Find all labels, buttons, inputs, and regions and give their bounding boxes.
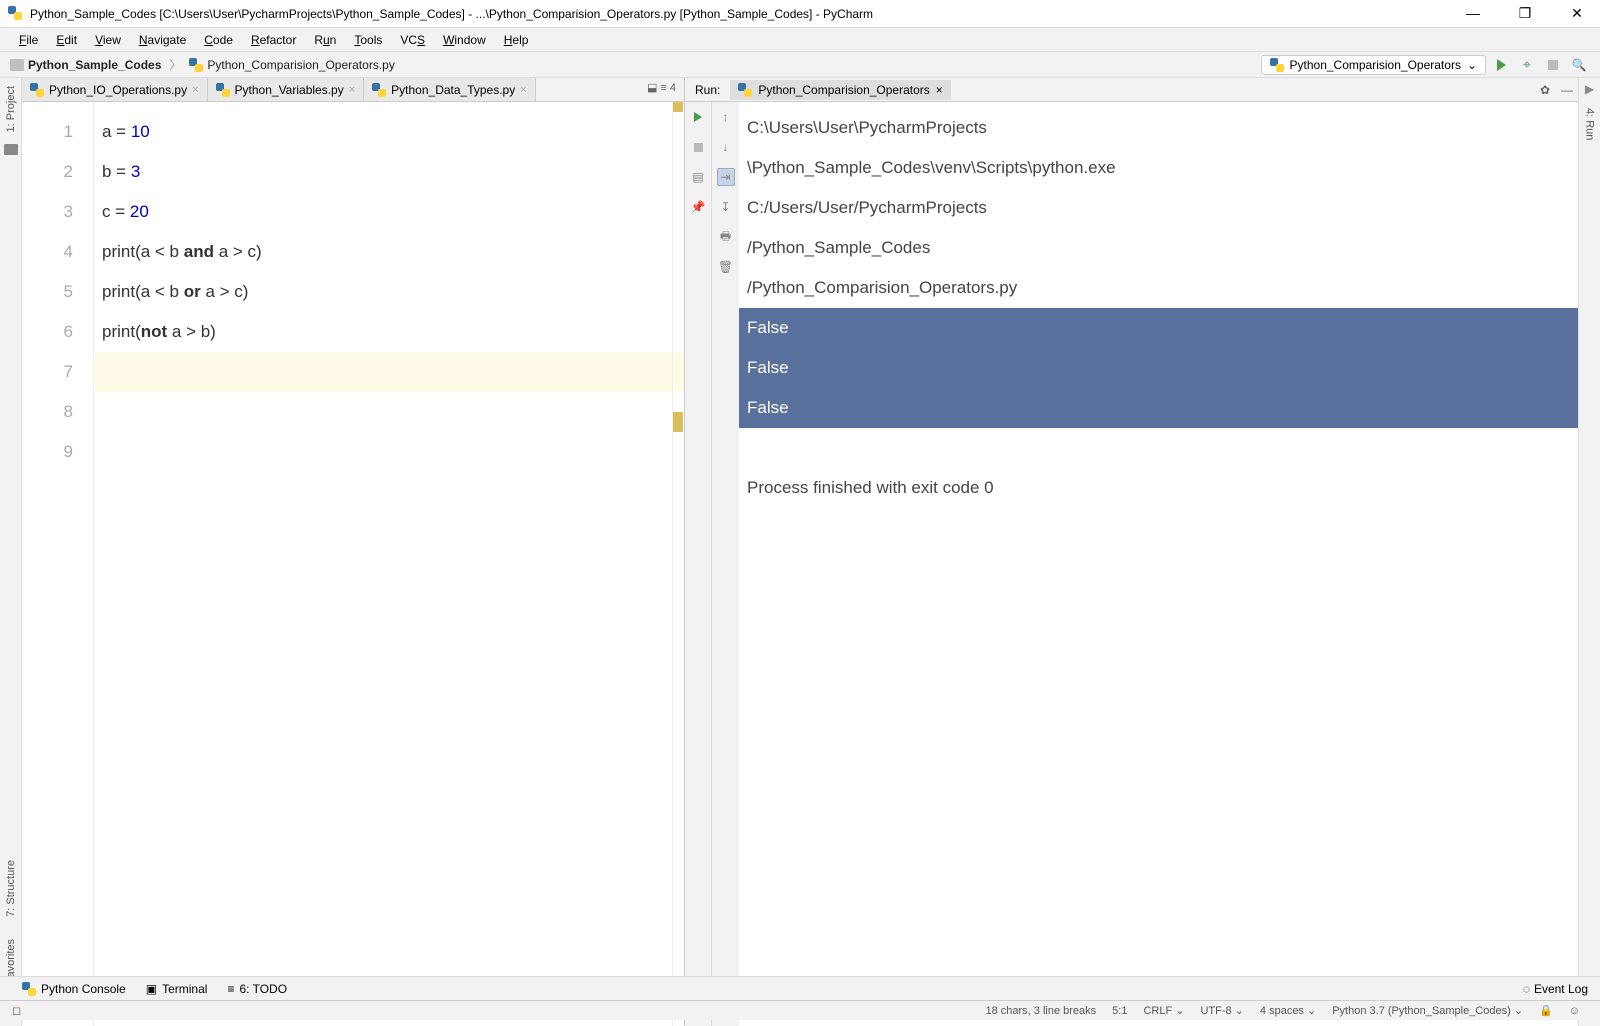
status-encoding[interactable]: UTF-8 ⌄ [1192,1004,1251,1017]
menu-file[interactable]: File [10,31,47,49]
bottom-python-console[interactable]: Python Console [12,982,136,996]
python-file-icon [372,83,386,97]
layout-button[interactable]: ▤ [689,168,707,186]
window-title: Python_Sample_Codes [C:\Users\User\Pycha… [30,7,1458,21]
run-toolbar: ▤ 📌 ↑ ↓ ⇥ ↧ 🖶 🗑 [685,102,739,1026]
bottom-todo[interactable]: ≡ 6: TODO [217,982,297,996]
breadcrumb[interactable]: Python_Sample_Codes 〉 Python_Comparision… [10,56,395,73]
maximize-button[interactable]: ❐ [1510,5,1540,22]
search-everywhere-button[interactable]: 🔍 [1568,54,1590,76]
menu-help[interactable]: Help [495,31,538,49]
status-chars: 18 chars, 3 line breaks [977,1005,1104,1017]
menu-navigate[interactable]: Navigate [130,31,195,49]
bottom-terminal[interactable]: ▣ Terminal [136,982,218,996]
bottom-toolbar: Python Console ▣ Terminal ≡ 6: TODO ◌ Ev… [0,976,1600,1000]
right-sidebar: ▶ 4: Run [1578,78,1600,1026]
status-interpreter[interactable]: Python 3.7 (Python_Sample_Codes) ⌄ [1324,1004,1531,1017]
event-log-button[interactable]: ◌ Event Log [1523,982,1588,996]
minimize-panel-icon[interactable]: — [1556,83,1578,97]
project-folder-icon[interactable] [4,144,18,155]
debug-button[interactable]: ⌖ [1516,54,1538,76]
tab-data-types[interactable]: Python_Data_Types.py × [364,78,536,101]
menu-tools[interactable]: Tools [345,31,391,49]
status-indent[interactable]: 4 spaces ⌄ [1252,1004,1324,1017]
editor-pane: Python_IO_Operations.py × Python_Variabl… [22,78,684,1026]
toolbar: Python_Sample_Codes 〉 Python_Comparision… [0,52,1600,78]
statusbar: ◻ 18 chars, 3 line breaks 5:1 CRLF ⌄ UTF… [0,1000,1600,1020]
selected-output: False [739,388,1578,428]
python-file-icon [216,83,230,97]
run-config-select[interactable]: Python_Comparision_Operators ⌄ [1261,55,1486,75]
line-gutter: 1 2 3 4 5 6 7 8 9 [22,102,94,1026]
left-sidebar: 1: Project 7: Structure 2: Favorites ★ [0,78,22,1026]
crumb-project: Python_Sample_Codes [28,58,161,72]
folder-icon [10,59,24,71]
titlebar: Python_Sample_Codes [C:\Users\User\Pycha… [0,0,1600,28]
rerun-button[interactable] [689,108,707,126]
clear-button[interactable]: 🗑 [717,258,735,276]
menu-window[interactable]: Window [434,31,495,49]
close-icon[interactable]: × [936,83,943,97]
run-console[interactable]: C:\Users\User\PycharmProjects \Python_Sa… [739,102,1578,1026]
menu-run[interactable]: Run [305,31,345,49]
down-button[interactable]: ↓ [717,138,735,156]
soft-wrap-button[interactable]: ⇥ [717,168,735,186]
settings-icon[interactable]: ✿ [1534,83,1556,97]
selected-output: False [739,308,1578,348]
menu-vcs[interactable]: VCS [391,31,434,49]
run-button[interactable] [1490,54,1512,76]
pin-button[interactable]: 📌 [689,198,707,216]
selected-output: False [739,348,1578,388]
python-icon [1270,58,1284,72]
menu-refactor[interactable]: Refactor [242,31,305,49]
status-line-endings[interactable]: CRLF ⌄ [1135,1004,1192,1017]
tab-variables[interactable]: Python_Variables.py × [208,78,365,101]
close-icon[interactable]: × [520,84,526,96]
chevron-down-icon: ⌄ [1467,58,1477,72]
crumb-file: Python_Comparision_Operators.py [207,58,394,72]
scroll-end-button[interactable]: ↧ [717,198,735,216]
code-body[interactable]: a = 10 b = 3 c = 20 print(a < b and a > … [94,102,684,1026]
sidebar-run[interactable]: 4: Run [1581,100,1599,148]
up-button[interactable]: ↑ [717,108,735,126]
run-config-name: Python_Comparision_Operators [1290,58,1461,72]
sidebar-project[interactable]: 1: Project [2,78,20,140]
run-tool-window: Run: Python_Comparision_Operators × ✿ — … [684,78,1578,1026]
hector-icon[interactable]: ☺ [1561,1005,1588,1017]
python-file-icon [30,83,44,97]
menu-view[interactable]: View [86,31,130,49]
python-file-icon [189,58,203,72]
stop-button[interactable] [1542,54,1564,76]
error-stripe[interactable] [672,102,684,1026]
status-pos[interactable]: 5:1 [1104,1005,1135,1017]
app-icon [8,6,24,22]
close-button[interactable]: ✕ [1562,5,1592,22]
editor-tabs: Python_IO_Operations.py × Python_Variabl… [22,78,684,102]
print-button[interactable]: 🖶 [717,228,735,246]
tool-window-quick[interactable]: ◻ [12,1004,21,1017]
run-tab[interactable]: Python_Comparision_Operators × [730,80,950,100]
python-icon [738,83,752,97]
menu-code[interactable]: Code [195,31,242,49]
sidebar-structure[interactable]: 7: Structure [2,852,20,925]
tab-io-operations[interactable]: Python_IO_Operations.py × [22,78,208,101]
menu-edit[interactable]: Edit [47,31,86,49]
code-editor[interactable]: 1 2 3 4 5 6 7 8 9 a = 10 b = 3 c = 20 pr… [22,102,684,1026]
lock-icon[interactable]: 🔒 [1531,1004,1561,1017]
minimize-button[interactable]: — [1458,5,1488,22]
breadcrumb-indicator[interactable]: ⬓ ≡ 4 [639,78,684,101]
menubar: File Edit View Navigate Code Refactor Ru… [0,28,1600,52]
close-icon[interactable]: × [349,84,355,96]
close-icon[interactable]: × [192,84,198,96]
stop-process-button[interactable] [689,138,707,156]
run-label: Run: [685,83,730,97]
